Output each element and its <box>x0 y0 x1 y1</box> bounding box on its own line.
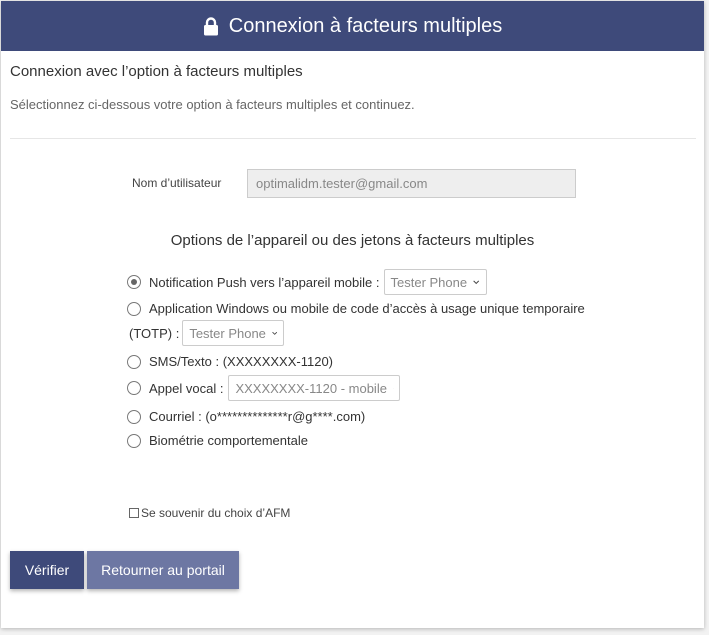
radio-totp[interactable] <box>127 301 141 316</box>
radio-push[interactable] <box>127 275 141 289</box>
options-heading: Options de l’appareil ou des jetons à fa… <box>170 232 535 249</box>
chevron-down-icon <box>272 331 278 335</box>
option-totp-line2: (TOTP) : Tester Phone <box>129 320 285 346</box>
option-push[interactable]: Notification Push vers l’appareil mobile… <box>127 269 487 295</box>
option-voice-label: Appel vocal : <box>149 380 224 396</box>
option-totp[interactable]: Application Windows ou mobile de code d’… <box>127 301 585 316</box>
page-header: Connexion à facteurs multiples <box>1 1 704 51</box>
radio-email[interactable] <box>127 409 141 424</box>
chevron-down-icon <box>473 280 480 284</box>
option-push-label: Notification Push vers l’appareil mobile… <box>149 274 380 290</box>
voice-number-select[interactable]: XXXXXXXX-1120 - mobile <box>228 375 401 401</box>
totp-device-value: Tester Phone <box>189 325 266 341</box>
divider <box>10 138 696 139</box>
option-biometric[interactable]: Biométrie comportementale <box>127 433 308 448</box>
option-sms-label: SMS/Texto : (XXXXXXXX-1120) <box>149 354 333 369</box>
mfa-card: Connexion à facteurs multiples Connexion… <box>1 1 704 628</box>
remember-label: Se souvenir du choix d’AFM <box>141 506 291 520</box>
username-label: Nom d’utilisateur <box>132 176 222 190</box>
radio-biometric[interactable] <box>127 433 141 448</box>
option-voice[interactable]: Appel vocal : XXXXXXXX-1120 - mobile <box>127 375 401 401</box>
option-biometric-label: Biométrie comportementale <box>149 433 308 448</box>
instructions-text: Sélectionnez ci-dessous votre option à f… <box>10 97 415 112</box>
remember-checkbox[interactable] <box>129 508 139 518</box>
option-email[interactable]: Courriel : (o**************r@g****.com) <box>127 409 365 424</box>
page-title: Connexion à facteurs multiples <box>228 14 503 37</box>
option-email-label: Courriel : (o**************r@g****.com) <box>149 409 366 424</box>
push-device-value: Tester Phone <box>390 274 468 290</box>
username-field[interactable] <box>247 169 576 198</box>
radio-sms[interactable] <box>127 354 141 369</box>
return-to-portal-button[interactable]: Retourner au portail <box>87 551 239 589</box>
radio-voice[interactable] <box>127 381 141 395</box>
push-device-select[interactable]: Tester Phone <box>383 269 487 295</box>
option-totp-label: Application Windows ou mobile de code d’… <box>149 301 585 316</box>
section-subtitle: Connexion avec l’option à facteurs multi… <box>10 63 303 80</box>
lock-icon <box>203 16 218 35</box>
chevron-down-icon <box>392 387 394 389</box>
remember-choice[interactable]: Se souvenir du choix d’AFM <box>129 506 290 520</box>
totp-device-select[interactable]: Tester Phone <box>182 320 285 346</box>
voice-number-value: XXXXXXXX-1120 - mobile <box>235 380 387 396</box>
option-totp-label-2: (TOTP) : <box>129 325 180 341</box>
verify-button[interactable]: Vérifier <box>10 551 84 589</box>
option-sms[interactable]: SMS/Texto : (XXXXXXXX-1120) <box>127 354 333 369</box>
